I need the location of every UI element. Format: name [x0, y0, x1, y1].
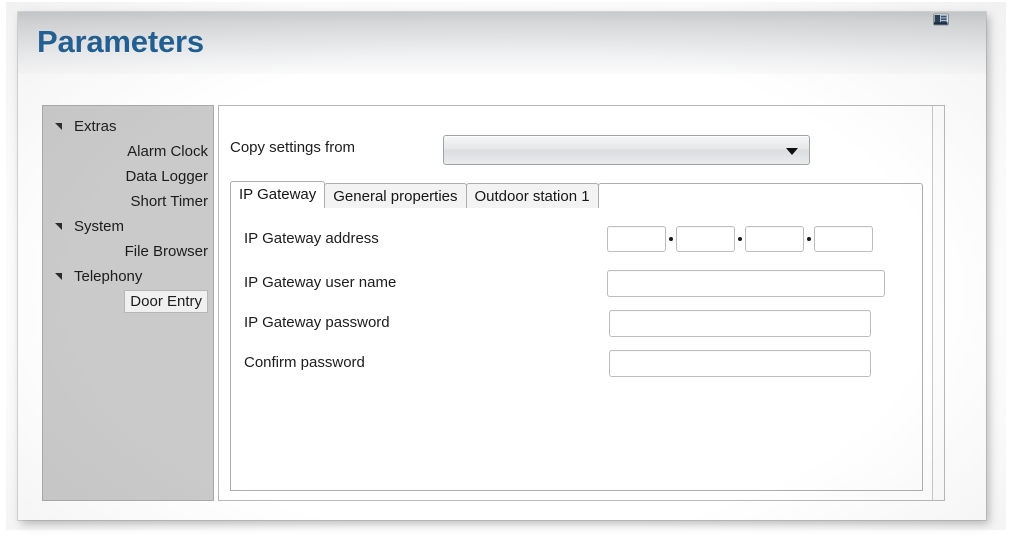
parameters-window: Parameters Extras Alarm Clock Data Logger S…	[18, 12, 986, 520]
sidebar-item-file-browser[interactable]: File Browser	[43, 239, 213, 264]
copy-settings-from-dropdown[interactable]	[443, 135, 810, 165]
restore-window-icon[interactable]	[931, 6, 953, 28]
ip-octet-input-2[interactable]	[676, 226, 735, 252]
field-label: IP Gateway password	[244, 314, 390, 331]
form-row-ip-gateway-user-name: IP Gateway user name	[244, 270, 899, 298]
form-row-confirm-password: Confirm password	[244, 350, 899, 378]
sidebar-item-label: File Browser	[124, 243, 208, 260]
form-row-ip-gateway-password: IP Gateway password	[244, 310, 899, 338]
confirm-password-input[interactable]	[609, 350, 871, 377]
chevron-down-icon	[786, 148, 798, 155]
sidebar-item-label: System	[74, 218, 125, 235]
ip-gateway-user-name-input[interactable]	[607, 270, 885, 297]
page-title: Parameters	[37, 24, 204, 59]
sidebar-item-system[interactable]: System	[43, 214, 213, 239]
tab-panel-ip-gateway: IP Gateway address IP Gateway user name IP…	[230, 207, 923, 491]
ip-octet-input-3[interactable]	[745, 226, 804, 252]
sidebar-item-extras[interactable]: Extras	[43, 114, 213, 139]
tab-strip-filler	[597, 183, 923, 208]
sidebar-item-label: Door Entry	[124, 290, 208, 313]
ip-octet-separator	[669, 237, 673, 241]
ip-gateway-password-input[interactable]	[609, 310, 871, 337]
copy-settings-label: Copy settings from	[230, 139, 356, 156]
expander-arrow-icon[interactable]	[55, 273, 62, 280]
form-row-ip-gateway-address: IP Gateway address	[244, 226, 899, 254]
ip-octet-separator	[807, 237, 811, 241]
field-label: Confirm password	[244, 354, 365, 371]
window-header: Parameters	[18, 12, 986, 74]
sidebar-item-telephony[interactable]: Telephony	[43, 264, 213, 289]
panel-scroll-rail[interactable]	[932, 106, 944, 500]
sidebar-item-door-entry[interactable]: Door Entry	[43, 289, 213, 314]
field-label: IP Gateway user name	[244, 274, 397, 291]
tab-strip: IP Gateway General properties Outdoor stat…	[230, 181, 923, 208]
tab-general-properties[interactable]: General properties	[324, 183, 467, 208]
ip-octet-input-4[interactable]	[814, 226, 873, 252]
window-body: Extras Alarm Clock Data Logger Short Timer S…	[18, 74, 986, 520]
sidebar-item-label: Alarm Clock	[127, 143, 208, 160]
field-label: IP Gateway address	[244, 230, 379, 247]
navigation-tree: Extras Alarm Clock Data Logger Short Timer S…	[42, 105, 214, 501]
ip-octet-input-1[interactable]	[607, 226, 666, 252]
sidebar-item-data-logger[interactable]: Data Logger	[43, 164, 213, 189]
copy-settings-row: Copy settings from	[230, 135, 920, 165]
sidebar-item-label: Extras	[74, 118, 117, 135]
tab-ip-gateway[interactable]: IP Gateway	[230, 181, 326, 208]
sidebar-item-short-timer[interactable]: Short Timer	[43, 189, 213, 214]
expander-arrow-icon[interactable]	[55, 123, 62, 130]
settings-panel: Copy settings from IP Gateway General pro…	[218, 105, 945, 501]
sidebar-item-label: Data Logger	[125, 168, 208, 185]
sidebar-item-alarm-clock[interactable]: Alarm Clock	[43, 139, 213, 164]
sidebar-item-label: Short Timer	[130, 193, 208, 210]
ip-octet-separator	[738, 237, 742, 241]
expander-arrow-icon[interactable]	[55, 223, 62, 230]
settings-tabcontrol: IP Gateway General properties Outdoor stat…	[230, 181, 923, 491]
sidebar-item-label: Telephony	[74, 268, 143, 285]
tab-outdoor-station-1[interactable]: Outdoor station 1	[465, 183, 599, 208]
screenshot-root: Parameters Extras Alarm Clock Data Logger S…	[0, 0, 1024, 550]
